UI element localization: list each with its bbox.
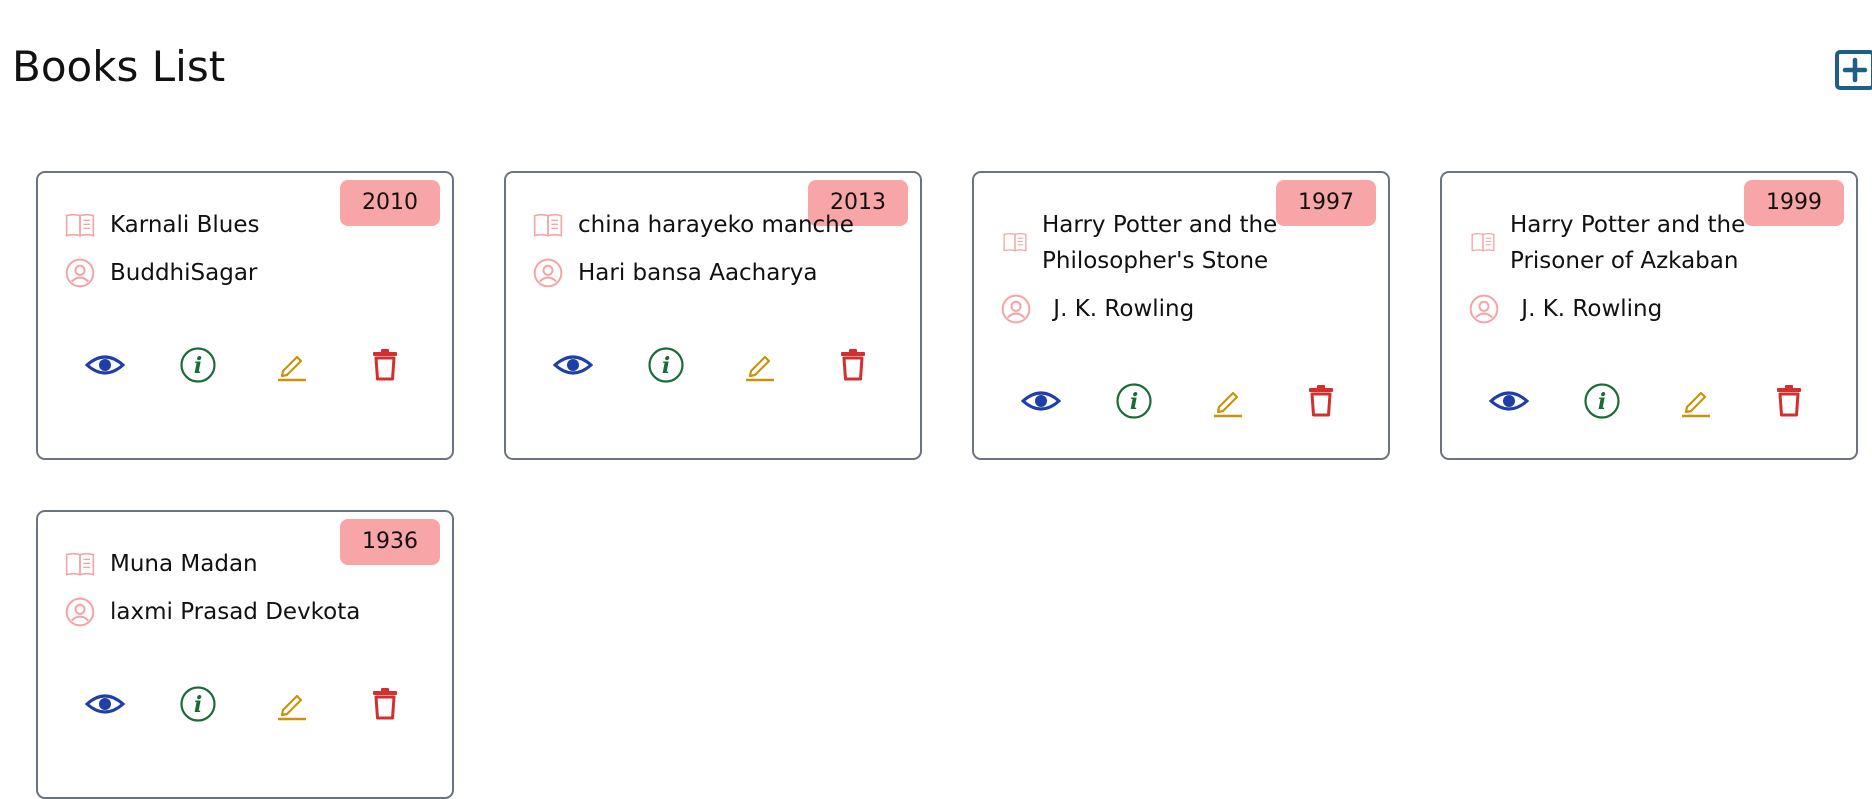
book-title: Karnali Blues	[110, 212, 260, 238]
year-badge: 1999	[1744, 180, 1844, 226]
delete-button[interactable]	[363, 682, 407, 726]
pencil-icon	[277, 694, 306, 721]
plus-square-icon	[1842, 57, 1868, 83]
info-button[interactable]: i	[176, 343, 220, 387]
book-author: Hari bansa Aacharya	[578, 260, 818, 286]
info-button[interactable]: i	[644, 343, 688, 387]
author-row: laxmi Prasad Devkota	[64, 594, 440, 630]
pencil-icon	[277, 355, 306, 382]
pencil-icon	[1213, 391, 1242, 418]
delete-button[interactable]	[363, 343, 407, 387]
book-card: 2010 Karnali Blues BuddhiSagar i	[36, 171, 454, 460]
book-card: 2013 china harayeko manche Hari bansa Aa…	[504, 171, 922, 460]
info-circle-icon: i	[1116, 383, 1152, 419]
author-row: J. K. Rowling	[1000, 291, 1376, 327]
trash-icon	[841, 349, 866, 381]
user-circle-icon	[533, 258, 563, 288]
title-row: china harayeko manche	[532, 207, 908, 243]
info-button[interactable]: i	[1112, 379, 1156, 423]
view-button[interactable]	[1487, 379, 1531, 423]
book-author: BuddhiSagar	[110, 260, 258, 286]
svg-text:i: i	[1598, 389, 1606, 415]
eye-icon	[1020, 391, 1061, 411]
title-row: Harry Potter and the Philosopher's Stone	[1000, 207, 1376, 279]
delete-button[interactable]	[1299, 379, 1343, 423]
pencil-icon	[745, 355, 774, 382]
trash-icon	[373, 349, 398, 381]
book-author: J. K. Rowling	[1046, 296, 1195, 322]
author-row: BuddhiSagar	[64, 255, 440, 291]
title-row: Muna Madan	[64, 546, 440, 582]
eye-icon	[84, 355, 125, 375]
open-book-icon	[1471, 232, 1495, 252]
open-book-icon	[533, 213, 563, 237]
card-actions: i	[58, 682, 432, 726]
info-circle-icon: i	[1584, 383, 1620, 419]
view-button[interactable]	[551, 343, 595, 387]
info-circle-icon: i	[180, 347, 216, 383]
trash-icon	[1777, 385, 1802, 417]
title-row: Karnali Blues	[64, 207, 440, 243]
info-circle-icon: i	[180, 686, 216, 722]
delete-button[interactable]	[1767, 379, 1811, 423]
eye-icon	[552, 355, 593, 375]
book-card: Harry Potter and the Prisoner of Azkaban…	[1440, 171, 1858, 460]
author-row: J. K. Rowling	[1468, 291, 1844, 327]
delete-button[interactable]	[831, 343, 875, 387]
edit-button[interactable]	[270, 343, 314, 387]
card-actions: i	[526, 343, 900, 387]
card-actions: i	[58, 343, 432, 387]
book-title: Muna Madan	[110, 551, 258, 577]
open-book-icon	[1003, 232, 1027, 252]
book-title: china harayeko manche	[578, 212, 854, 238]
pencil-icon	[1681, 391, 1710, 418]
card-actions: i	[1462, 379, 1836, 423]
user-circle-icon	[65, 597, 95, 627]
svg-text:i: i	[194, 353, 202, 379]
book-title: Harry Potter and the Philosopher's Stone	[1042, 212, 1278, 274]
svg-text:i: i	[1130, 389, 1138, 415]
edit-button[interactable]	[1674, 379, 1718, 423]
trash-icon	[373, 688, 398, 720]
edit-button[interactable]	[738, 343, 782, 387]
open-book-icon	[65, 552, 95, 576]
card-actions: i	[994, 379, 1368, 423]
open-book-icon	[65, 213, 95, 237]
edit-button[interactable]	[270, 682, 314, 726]
svg-text:i: i	[662, 353, 670, 379]
view-button[interactable]	[1019, 379, 1063, 423]
trash-icon	[1309, 385, 1334, 417]
author-row: Hari bansa Aacharya	[532, 255, 908, 291]
page-title: Books List	[12, 42, 226, 91]
edit-button[interactable]	[1206, 379, 1250, 423]
book-card: 1997 Harry Potter and the Philosopher's …	[972, 171, 1390, 460]
info-circle-icon: i	[648, 347, 684, 383]
eye-icon	[1488, 391, 1529, 411]
info-button[interactable]: i	[1580, 379, 1624, 423]
info-button[interactable]: i	[176, 682, 220, 726]
book-card: 1936 Muna Madan laxmi Prasad Devkota i	[36, 510, 454, 799]
add-book-button[interactable]	[1835, 50, 1872, 90]
svg-text:i: i	[194, 692, 202, 718]
user-circle-icon	[1469, 294, 1499, 324]
eye-icon	[84, 694, 125, 714]
user-circle-icon	[1001, 294, 1031, 324]
view-button[interactable]	[83, 343, 127, 387]
book-author: laxmi Prasad Devkota	[110, 599, 361, 625]
book-author: J. K. Rowling	[1514, 296, 1663, 322]
view-button[interactable]	[83, 682, 127, 726]
user-circle-icon	[65, 258, 95, 288]
